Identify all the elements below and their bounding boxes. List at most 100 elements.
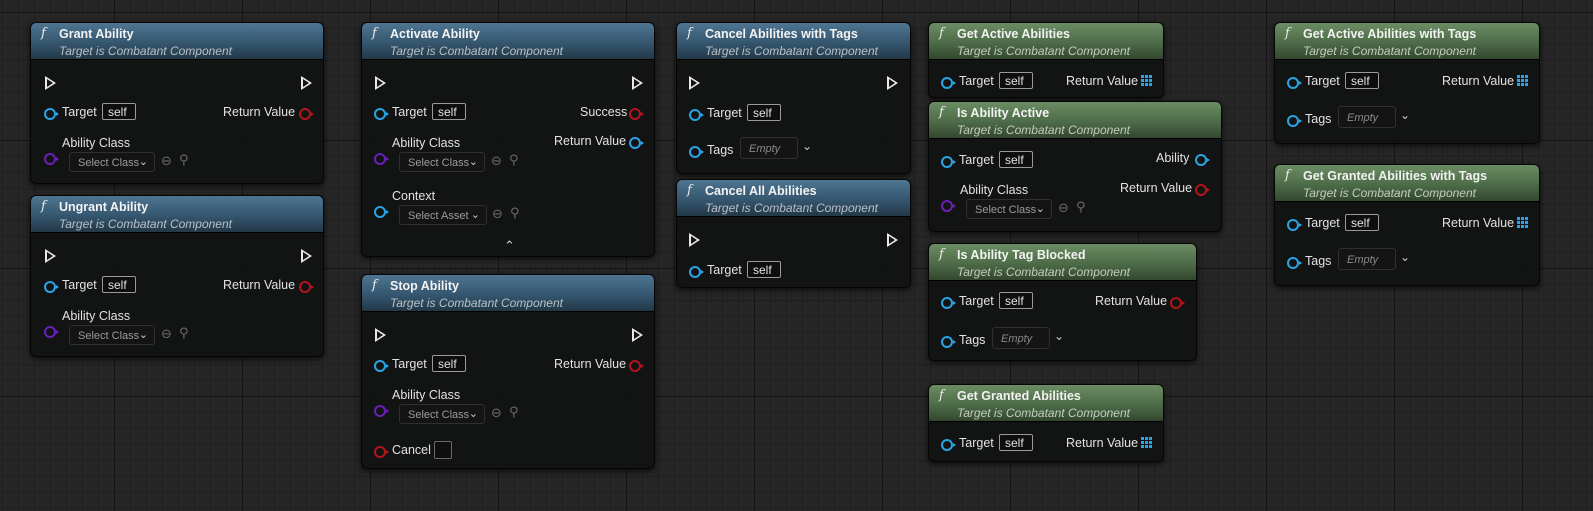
cancel-checkbox[interactable] <box>434 441 452 459</box>
exec-in-pin-icon[interactable] <box>689 76 700 90</box>
exec-out-pin-icon[interactable] <box>887 76 898 90</box>
select-class-dropdown[interactable]: Select Class ⌄ <box>399 404 485 424</box>
target-pin-icon[interactable] <box>374 108 389 120</box>
node-activate-ability[interactable]: f Activate Ability Target is Combatant C… <box>361 22 655 257</box>
browse-back-icon[interactable]: ⊖ <box>161 153 172 169</box>
array-pin-icon[interactable] <box>1517 75 1531 89</box>
node-get-active-abilities[interactable]: f Get Active Abilities Target is Combata… <box>928 22 1164 98</box>
browse-back-icon[interactable]: ⊖ <box>491 405 502 421</box>
browse-back-icon[interactable]: ⊖ <box>1058 200 1069 216</box>
tags-field[interactable]: Empty <box>740 137 798 159</box>
target-self-field[interactable]: self <box>747 261 781 278</box>
node-is-ability-active[interactable]: f Is Ability Active Target is Combatant … <box>928 101 1222 232</box>
node-cancel-all-abilities[interactable]: f Cancel All Abilities Target is Combata… <box>676 179 911 288</box>
return-value-pin-icon[interactable] <box>629 360 644 372</box>
target-self-field[interactable]: self <box>102 103 136 120</box>
search-icon[interactable]: ⚲ <box>179 152 189 168</box>
node-subtitle: Target is Combatant Component <box>705 44 878 58</box>
target-label: Target <box>1305 74 1340 88</box>
tags-pin-icon[interactable] <box>941 336 956 348</box>
target-self-field[interactable]: self <box>432 103 466 120</box>
exec-out-pin-icon[interactable] <box>632 328 643 342</box>
target-pin-icon[interactable] <box>44 108 59 120</box>
browse-back-icon[interactable]: ⊖ <box>491 153 502 169</box>
node-stop-ability[interactable]: f Stop Ability Target is Combatant Compo… <box>361 274 655 469</box>
exec-in-pin-icon[interactable] <box>45 76 56 90</box>
node-cancel-abilities-with-tags[interactable]: f Cancel Abilities with Tags Target is C… <box>676 22 911 174</box>
target-self-field[interactable]: self <box>102 276 136 293</box>
tags-field[interactable]: Empty <box>1338 248 1396 270</box>
exec-in-pin-icon[interactable] <box>375 76 386 90</box>
chevron-down-icon[interactable]: ⌄ <box>1400 250 1410 264</box>
exec-in-pin-icon[interactable] <box>689 233 700 247</box>
target-pin-icon[interactable] <box>689 266 704 278</box>
target-pin-icon[interactable] <box>941 439 956 451</box>
target-self-field[interactable]: self <box>1345 72 1379 89</box>
chevron-down-icon[interactable]: ⌄ <box>1400 108 1410 122</box>
exec-out-pin-icon[interactable] <box>632 76 643 90</box>
target-pin-icon[interactable] <box>941 77 956 89</box>
select-class-dropdown[interactable]: Select Class ⌄ <box>69 152 155 172</box>
target-pin-icon[interactable] <box>1287 219 1302 231</box>
select-asset-dropdown[interactable]: Select Asset ⌄ <box>399 205 487 225</box>
browse-back-icon[interactable]: ⊖ <box>161 326 172 342</box>
exec-in-pin-icon[interactable] <box>45 249 56 263</box>
target-self-field[interactable]: self <box>747 104 781 121</box>
target-self-field[interactable]: self <box>999 72 1033 89</box>
target-self-field[interactable]: self <box>432 355 466 372</box>
return-value-pin-icon[interactable] <box>299 281 314 293</box>
search-icon[interactable]: ⚲ <box>179 325 189 341</box>
chevron-down-icon[interactable]: ⌄ <box>802 139 812 153</box>
exec-in-pin-icon[interactable] <box>375 328 386 342</box>
cancel-pin-icon[interactable] <box>374 446 389 458</box>
search-icon[interactable]: ⚲ <box>1076 199 1086 215</box>
node-get-granted-abilities[interactable]: f Get Granted Abilities Target is Combat… <box>928 384 1164 462</box>
ability-pin-icon[interactable] <box>1195 154 1210 166</box>
target-self-field[interactable]: self <box>999 292 1033 309</box>
target-pin-icon[interactable] <box>941 297 956 309</box>
ability-class-pin-icon[interactable] <box>44 326 59 338</box>
search-icon[interactable]: ⚲ <box>509 404 519 420</box>
target-self-field[interactable]: self <box>999 434 1033 451</box>
exec-out-pin-icon[interactable] <box>887 233 898 247</box>
select-class-dropdown[interactable]: Select Class ⌄ <box>966 199 1052 219</box>
array-pin-icon[interactable] <box>1141 75 1155 89</box>
ability-class-pin-icon[interactable] <box>374 405 389 417</box>
array-pin-icon[interactable] <box>1141 437 1155 451</box>
tags-pin-icon[interactable] <box>1287 115 1302 127</box>
browse-back-icon[interactable]: ⊖ <box>492 206 503 222</box>
target-self-field[interactable]: self <box>999 151 1033 168</box>
search-icon[interactable]: ⚲ <box>510 205 520 221</box>
target-pin-icon[interactable] <box>44 281 59 293</box>
node-ungrant-ability[interactable]: f Ungrant Ability Target is Combatant Co… <box>30 195 324 357</box>
return-value-pin-icon[interactable] <box>1170 297 1185 309</box>
ability-class-pin-icon[interactable] <box>374 153 389 165</box>
ability-class-pin-icon[interactable] <box>44 153 59 165</box>
exec-out-pin-icon[interactable] <box>301 76 312 90</box>
node-get-active-abilities-with-tags[interactable]: f Get Active Abilities with Tags Target … <box>1274 22 1540 144</box>
tags-pin-icon[interactable] <box>689 146 704 158</box>
success-pin-icon[interactable] <box>629 108 644 120</box>
expand-arrow-icon[interactable]: ⌃ <box>504 238 515 254</box>
context-pin-icon[interactable] <box>374 206 389 218</box>
node-is-ability-tag-blocked[interactable]: f Is Ability Tag Blocked Target is Comba… <box>928 243 1197 361</box>
exec-out-pin-icon[interactable] <box>301 249 312 263</box>
tags-field[interactable]: Empty <box>1338 106 1396 128</box>
tags-field[interactable]: Empty <box>992 327 1050 349</box>
search-icon[interactable]: ⚲ <box>509 152 519 168</box>
target-pin-icon[interactable] <box>374 360 389 372</box>
target-pin-icon[interactable] <box>1287 77 1302 89</box>
return-value-pin-icon[interactable] <box>299 108 314 120</box>
ability-class-pin-icon[interactable] <box>941 200 956 212</box>
tags-pin-icon[interactable] <box>1287 257 1302 269</box>
node-grant-ability[interactable]: f Grant Ability Target is Combatant Comp… <box>30 22 324 184</box>
array-pin-icon[interactable] <box>1517 217 1531 231</box>
target-pin-icon[interactable] <box>941 156 956 168</box>
select-class-dropdown[interactable]: Select Class ⌄ <box>69 325 155 345</box>
chevron-down-icon[interactable]: ⌄ <box>1054 329 1064 343</box>
node-get-granted-abilities-with-tags[interactable]: f Get Granted Abilities with Tags Target… <box>1274 164 1540 286</box>
success-label: Success <box>580 105 628 119</box>
target-self-field[interactable]: self <box>1345 214 1379 231</box>
target-pin-icon[interactable] <box>689 109 704 121</box>
select-class-dropdown[interactable]: Select Class ⌄ <box>399 152 485 172</box>
